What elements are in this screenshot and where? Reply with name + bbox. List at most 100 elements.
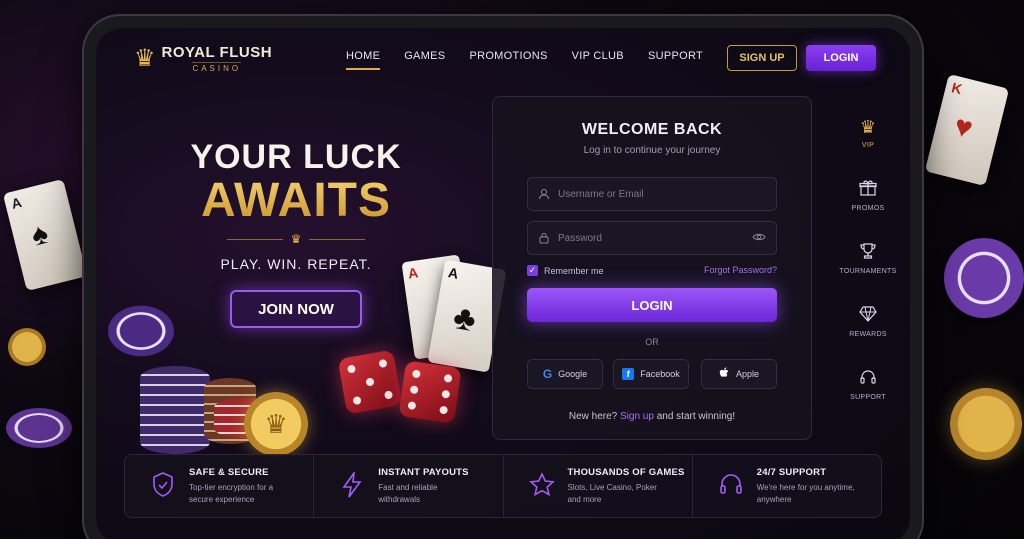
divider-line <box>309 238 366 240</box>
red-die <box>337 349 403 415</box>
nav-item-vip-club[interactable]: VIP CLUB <box>572 50 624 62</box>
decor-coin-gold <box>950 388 1022 460</box>
feature-title: THOUSANDS OF GAMES <box>567 466 685 478</box>
main-menu: HOME GAMES PROMOTIONS VIP CLUB SUPPORT <box>346 50 703 70</box>
side-item-tournaments[interactable]: TOURNAMENTS <box>828 242 908 275</box>
lock-icon <box>538 232 550 244</box>
facebook-label: Facebook <box>640 369 680 379</box>
headset-icon <box>717 472 745 500</box>
gold-coin-crown-icon: ♛ <box>244 392 308 456</box>
headset-icon <box>859 368 877 390</box>
shield-icon <box>149 472 177 500</box>
side-nav: ♛ VIP PROMOS TOURNAMENTS REWARDS SUPPORT <box>828 116 908 431</box>
apple-label: Apple <box>735 369 760 379</box>
hero-headline-2: AWAITS <box>156 173 436 228</box>
logo-text: ROYAL FLUSH CASINO <box>162 44 273 73</box>
feature-text: THOUSANDS OF GAMES Slots, Live Casino, P… <box>568 467 685 506</box>
decor-card-ace-spades: A ♠ <box>2 178 88 292</box>
apple-icon <box>719 367 730 382</box>
google-login-button[interactable]: G Google <box>527 359 603 389</box>
star-icon <box>528 472 556 500</box>
signup-prompt: New here? Sign up and start winning! <box>493 411 811 422</box>
decor-coin-gold-small <box>8 328 46 366</box>
lightning-icon <box>338 470 366 500</box>
poker-chip <box>98 298 184 364</box>
crown-icon: ♛ <box>859 117 877 137</box>
feature-instant-payouts: INSTANT PAYOUTS Fast and reliable withdr… <box>314 455 504 517</box>
feature-title: INSTANT PAYOUTS <box>378 466 469 478</box>
password-field[interactable] <box>527 221 777 255</box>
feature-safe-secure: SAFE & SECURE Top-tier encryption for a … <box>125 455 315 517</box>
hero-divider: ♛ <box>156 232 436 246</box>
eye-icon[interactable] <box>752 231 766 245</box>
side-item-support[interactable]: SUPPORT <box>828 368 908 401</box>
chip-stack-purple <box>140 366 210 454</box>
decor-chip-purple-small <box>6 408 72 448</box>
card-rank: A <box>446 264 460 282</box>
top-nav: ♛ ROYAL FLUSH CASINO HOME GAMES PROMOTIO… <box>96 28 910 90</box>
tablet-frame: ♛ ROYAL FLUSH CASINO HOME GAMES PROMOTIO… <box>84 16 922 539</box>
side-label: VIP <box>861 142 875 149</box>
brand-sub: CASINO <box>192 62 242 73</box>
signup-button[interactable]: SIGN UP <box>727 45 797 71</box>
remember-checkbox[interactable]: ✓ <box>527 265 538 276</box>
username-field[interactable] <box>527 177 777 211</box>
card-rank: K <box>950 79 964 98</box>
feature-desc: Top-tier encryption for a secure experie… <box>189 482 274 504</box>
side-item-rewards[interactable]: REWARDS <box>828 305 908 338</box>
feature-text: 24/7 SUPPORT We're here for you anytime,… <box>757 467 857 506</box>
features-bar: SAFE & SECURE Top-tier encryption for a … <box>124 454 882 518</box>
login-panel: WELCOME BACK Log in to continue your jou… <box>492 96 812 440</box>
brand-logo[interactable]: ♛ ROYAL FLUSH CASINO <box>134 44 272 73</box>
crown-icon: ♛ <box>290 232 302 246</box>
diamond-icon <box>859 305 877 327</box>
screen: ♛ ROYAL FLUSH CASINO HOME GAMES PROMOTIO… <box>96 28 910 539</box>
login-subtitle: Log in to continue your journey <box>583 145 721 156</box>
side-label: SUPPORT <box>850 394 886 401</box>
feature-title: SAFE & SECURE <box>189 466 269 478</box>
remember-label: Remember me <box>544 265 604 276</box>
heart-icon: ♥ <box>950 109 977 146</box>
feature-text: SAFE & SECURE Top-tier encryption for a … <box>189 467 289 506</box>
side-item-promos[interactable]: PROMOS <box>828 179 908 212</box>
forgot-password-link[interactable]: Forgot Password? <box>704 265 777 275</box>
decor-card-king-hearts: K ♥ <box>924 73 1010 187</box>
remember-me[interactable]: ✓ Remember me <box>527 265 604 276</box>
red-die <box>398 360 462 424</box>
card-rank: A <box>406 264 420 282</box>
feature-desc: Slots, Live Casino, Poker and more <box>567 482 657 504</box>
login-button-top[interactable]: LOGIN <box>806 45 876 71</box>
card-rank: A <box>9 193 24 212</box>
or-divider: OR <box>645 337 659 347</box>
password-input[interactable] <box>558 232 738 244</box>
signup-link[interactable]: Sign up <box>620 411 654 422</box>
signup-prompt-suffix: and start winning! <box>656 411 736 422</box>
nav-item-support[interactable]: SUPPORT <box>648 50 703 62</box>
facebook-login-button[interactable]: f Facebook <box>613 359 689 389</box>
nav-item-promotions[interactable]: PROMOTIONS <box>469 50 547 62</box>
feature-text: INSTANT PAYOUTS Fast and reliable withdr… <box>378 467 478 506</box>
google-label: Google <box>558 369 588 379</box>
gift-icon <box>859 179 877 201</box>
nav-item-home[interactable]: HOME <box>346 50 381 70</box>
feature-desc: Fast and reliable withdrawals <box>378 482 438 504</box>
feature-desc: We're here for you anytime, anywhere <box>756 482 855 504</box>
login-title: WELCOME BACK <box>581 121 723 138</box>
side-item-vip[interactable]: ♛ VIP <box>828 116 908 149</box>
feature-games: THOUSANDS OF GAMES Slots, Live Casino, P… <box>504 455 693 517</box>
divider-line <box>226 238 283 240</box>
brand-name: ROYAL FLUSH <box>161 44 273 61</box>
crown-icon: ♛ <box>134 44 156 72</box>
trophy-icon <box>859 242 877 264</box>
club-icon: ♣ <box>450 297 479 340</box>
signup-prompt-prefix: New here? <box>568 411 618 422</box>
username-input[interactable] <box>558 188 738 200</box>
side-label: REWARDS <box>849 331 887 338</box>
spade-icon: ♠ <box>28 216 52 253</box>
nav-item-games[interactable]: GAMES <box>404 50 445 62</box>
side-label: PROMOS <box>851 205 885 212</box>
apple-login-button[interactable]: Apple <box>701 359 777 389</box>
login-submit-button[interactable]: LOGIN <box>527 288 777 322</box>
facebook-icon: f <box>622 368 635 380</box>
decor-chip-purple <box>944 238 1024 318</box>
